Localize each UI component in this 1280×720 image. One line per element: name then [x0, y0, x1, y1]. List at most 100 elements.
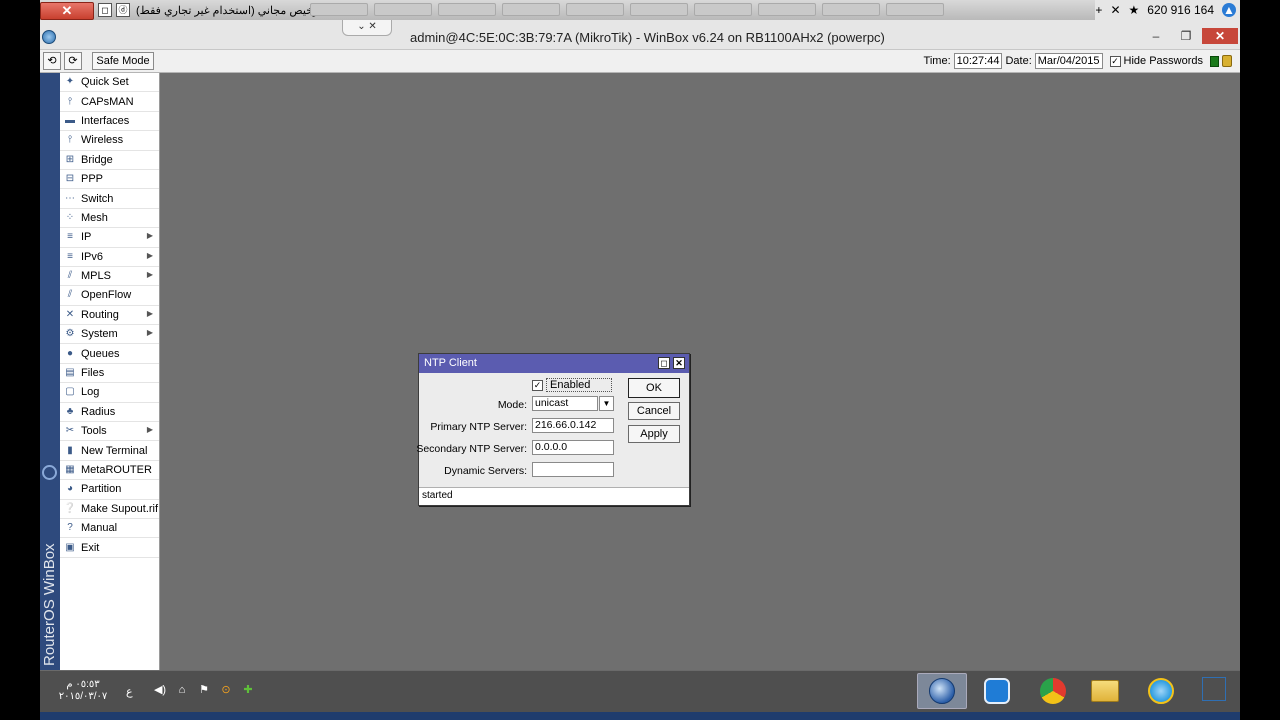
- remote-bar-left: ✕ ◻ ⓓ ترخيص مجاني (استخدام غير تجاري فقط…: [40, 0, 322, 20]
- remote-tab[interactable]: [758, 3, 816, 16]
- dialog-title: NTP Client: [424, 357, 477, 369]
- session-id: 620 916 164: [1147, 3, 1214, 17]
- mode-dropdown-button[interactable]: ▼: [599, 396, 614, 411]
- sidebar-item-label: Exit: [81, 541, 100, 554]
- menu-item-icon: ✕: [65, 308, 75, 320]
- remote-tab[interactable]: [694, 3, 752, 16]
- remote-tab[interactable]: [438, 3, 496, 16]
- toolbar-status: Time: 10:27:44 Date: Mar/04/2015 ✓ Hide …: [924, 53, 1232, 69]
- sidebar-item-label: New Terminal: [81, 444, 148, 457]
- sidebar-item-label: Wireless: [81, 134, 124, 147]
- language-indicator[interactable]: ع: [126, 685, 133, 698]
- sidebar-item-label: System: [81, 328, 118, 341]
- volume-icon[interactable]: ◀): [152, 682, 168, 698]
- mode-select[interactable]: unicast: [532, 396, 598, 411]
- taskbar-clock[interactable]: ٠٥:٥٣ م ٢٠١٥/٠٣/٠٧: [58, 679, 108, 703]
- flag-icon[interactable]: ⚑: [196, 682, 212, 698]
- sidebar-item-system[interactable]: ⚙ System ▶: [60, 325, 159, 345]
- enabled-checkbox[interactable]: ✓: [532, 379, 543, 391]
- sidebar-item-exit[interactable]: ▣ Exit: [60, 538, 159, 558]
- window-close-button[interactable]: ✕: [1202, 28, 1238, 44]
- sidebar-item-openflow[interactable]: ⫽ OpenFlow: [60, 286, 159, 306]
- sidebar-item-new-terminal[interactable]: ▮ New Terminal: [60, 441, 159, 461]
- tray-security-icon[interactable]: ✚: [240, 682, 256, 698]
- sidebar-item-interfaces[interactable]: ▬ Interfaces: [60, 112, 159, 132]
- remote-info-icon[interactable]: ⓓ: [116, 3, 130, 17]
- close-icon[interactable]: ✕: [1110, 3, 1120, 17]
- taskbar-teamviewer[interactable]: [972, 673, 1022, 709]
- remote-tab[interactable]: [822, 3, 880, 16]
- sidebar-item-files[interactable]: ▤ Files: [60, 364, 159, 384]
- secondary-ntp-field[interactable]: 0.0.0.0: [532, 440, 614, 455]
- dialog-close-button[interactable]: ✕: [673, 357, 685, 369]
- minimize-button[interactable]: –: [1142, 28, 1170, 44]
- enabled-label[interactable]: Enabled: [546, 378, 612, 392]
- cancel-button[interactable]: Cancel: [628, 402, 680, 420]
- remote-tab[interactable]: [310, 3, 368, 16]
- dialog-titlebar: NTP Client ◻ ✕: [419, 354, 689, 373]
- sidebar-item-radius[interactable]: ♣ Radius: [60, 403, 159, 423]
- menu-item-icon: ≡: [67, 231, 73, 243]
- sidebar-item-switch[interactable]: ⋯ Switch: [60, 189, 159, 209]
- sidebar-item-wireless[interactable]: ⫯ Wireless: [60, 131, 159, 151]
- sidebar-item-label: CAPsMAN: [81, 95, 134, 108]
- sidebar-item-capsman[interactable]: ⫯ CAPsMAN: [60, 92, 159, 112]
- menu-item-icon: ⫽: [67, 270, 73, 282]
- status-led-icon: [1210, 55, 1219, 67]
- sidebar-item-manual[interactable]: ? Manual: [60, 519, 159, 539]
- ok-button[interactable]: OK: [628, 378, 680, 398]
- remote-tab[interactable]: [886, 3, 944, 16]
- sidebar-item-log[interactable]: ▢ Log: [60, 383, 159, 403]
- sidebar-item-quick-set[interactable]: ✦ Quick Set: [60, 73, 159, 93]
- submenu-arrow-icon: ▶: [146, 231, 153, 241]
- taskbar-ie[interactable]: [1136, 673, 1186, 709]
- sidebar-item-routing[interactable]: ✕ Routing ▶: [60, 306, 159, 326]
- sidebar-item-bridge[interactable]: ⊞ Bridge: [60, 151, 159, 170]
- main-menu: ✦ Quick Set ⫯ CAPsMAN ▬ Interfaces ⫯ Wireless ⊞ B…: [60, 73, 160, 670]
- taskbar-winbox[interactable]: [917, 673, 967, 709]
- primary-ntp-field[interactable]: 216.66.0.142: [532, 418, 614, 433]
- ie-icon: [1148, 678, 1174, 704]
- undo-button[interactable]: ⟲: [43, 52, 61, 70]
- apply-button[interactable]: Apply: [628, 425, 680, 443]
- submenu-arrow-icon: ▶: [146, 250, 153, 260]
- arrow-up-icon[interactable]: ▲: [1222, 3, 1236, 17]
- hide-passwords-checkbox[interactable]: ✓: [1109, 55, 1121, 67]
- taskbar-chrome[interactable]: [1028, 673, 1078, 709]
- sidebar-item-mesh[interactable]: ⁘ Mesh: [60, 209, 159, 229]
- remote-tab[interactable]: [374, 3, 432, 16]
- network-icon[interactable]: ⌂: [174, 682, 190, 698]
- taskbar-explorer[interactable]: [1080, 673, 1130, 709]
- remote-tab[interactable]: [630, 3, 688, 16]
- tray-app-icon[interactable]: ⊙: [218, 682, 234, 698]
- safe-mode-button[interactable]: Safe Mode: [92, 52, 154, 70]
- menu-item-icon: ⚙: [65, 328, 75, 340]
- restore-button[interactable]: ❐: [1172, 28, 1200, 44]
- dialog-restore-button[interactable]: ◻: [658, 357, 670, 369]
- sidebar-item-ipv6[interactable]: ≡ IPv6 ▶: [60, 248, 159, 267]
- remote-close-button[interactable]: ✕: [40, 1, 94, 20]
- remote-tab[interactable]: [566, 3, 624, 16]
- sidebar-item-label: Manual: [81, 522, 118, 535]
- sidebar-item-queues[interactable]: ● Queues: [60, 344, 159, 364]
- sidebar-item-label: Tools: [81, 425, 107, 438]
- hide-passwords-label: Hide Passwords: [1123, 55, 1203, 67]
- redo-button[interactable]: ⟳: [64, 52, 82, 70]
- winbox-logo-icon[interactable]: [42, 30, 56, 44]
- show-desktop-button[interactable]: [1202, 677, 1226, 701]
- menu-item-icon: ⫯: [67, 134, 73, 146]
- sidebar-item-metarouter[interactable]: ▦ MetaROUTER: [60, 461, 159, 481]
- sidebar-item-ppp[interactable]: ⊟ PPP: [60, 170, 159, 190]
- remote-tab[interactable]: [502, 3, 560, 16]
- star-icon[interactable]: ★: [1129, 3, 1140, 17]
- sidebar-item-ip[interactable]: ≡ IP ▶: [60, 228, 159, 248]
- sidebar-item-mpls[interactable]: ⫽ MPLS ▶: [60, 267, 159, 287]
- sidebar-item-label: Partition: [81, 483, 122, 496]
- sidebar-item-partition[interactable]: ◕ Partition: [60, 480, 159, 500]
- sidebar-item-make-supout-rif[interactable]: ❔ Make Supout.rif: [60, 500, 159, 519]
- remote-panel-toggle[interactable]: ⌄ ✕: [342, 20, 392, 36]
- sidebar-item-tools[interactable]: ✂ Tools ▶: [60, 422, 159, 442]
- remote-window-icon[interactable]: ◻: [98, 3, 112, 17]
- add-icon[interactable]: +: [1095, 3, 1102, 17]
- bottom-strip: [40, 712, 1240, 720]
